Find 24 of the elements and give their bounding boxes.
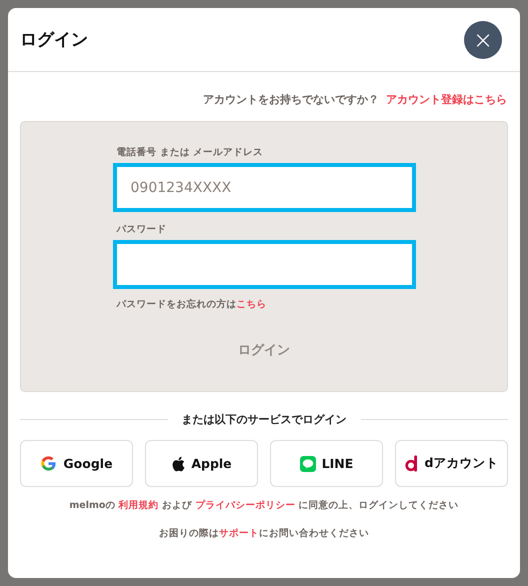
google-icon xyxy=(40,455,58,472)
terms-notice: melmoの 利用規約 および プライバシーポリシー に同意の上、ログインしてください xyxy=(68,499,460,512)
link[interactable]: サポート xyxy=(219,528,259,539)
d-logo-icon xyxy=(404,455,419,472)
signup-prompt: アカウントをお持ちでないですか？ xyxy=(203,92,379,106)
field-label: 電話番号 または メールアドレス xyxy=(116,146,264,159)
link[interactable]: プライバシーポリシー xyxy=(195,500,296,511)
chat-bubble-icon xyxy=(300,456,316,472)
input-field[interactable] xyxy=(112,240,416,289)
sign-in-button[interactable]: Google xyxy=(20,440,133,487)
field-label: パスワード xyxy=(116,223,168,236)
close-button[interactable]: × xyxy=(464,20,502,58)
input-field[interactable]: 0901234XXXX xyxy=(112,163,416,212)
signup-link[interactable]: アカウント登録はこちら xyxy=(386,92,507,106)
sign-in-button[interactable]: LINE xyxy=(270,440,383,487)
sign-in-button[interactable]: Apple xyxy=(145,440,258,487)
divider-text: または以下のサービスでログイン xyxy=(180,412,348,427)
sign-in-button[interactable]: dアカウント xyxy=(395,440,508,487)
forgot-password-text: パスワードをお忘れの方は こちら xyxy=(116,298,268,311)
dialog-title: ログイン xyxy=(20,29,88,51)
link[interactable]: こちら xyxy=(236,299,266,310)
link[interactable]: 利用規約 xyxy=(118,500,159,511)
support-notice: お困りの際はサポート にお問い合わせください xyxy=(158,527,370,540)
apple-icon xyxy=(171,456,186,472)
